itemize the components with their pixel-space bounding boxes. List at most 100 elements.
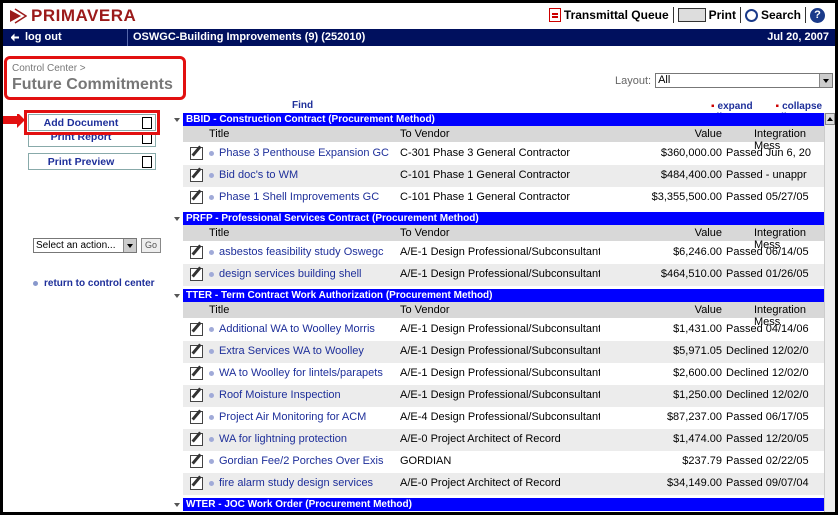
- column-header-value[interactable]: Value: [695, 128, 722, 140]
- row-title-link[interactable]: Phase 1 Shell Improvements GC: [219, 191, 397, 203]
- edit-icon[interactable]: [190, 389, 203, 402]
- edit-icon[interactable]: [190, 367, 203, 380]
- layout-select[interactable]: All: [655, 73, 834, 88]
- group-collapse-icon[interactable]: [174, 214, 181, 222]
- row-integration-message: Passed 09/07/04: [726, 477, 809, 489]
- edit-icon[interactable]: [190, 169, 203, 182]
- table-row[interactable]: asbestos feasibility study Oswegc A/E-1 D…: [183, 242, 824, 264]
- row-value: $237.79: [682, 455, 722, 467]
- print-label: Print: [708, 8, 736, 22]
- table-row[interactable]: Phase 1 Shell Improvements GC C-101 Phase…: [183, 187, 824, 209]
- edit-icon[interactable]: [190, 268, 203, 281]
- row-value: $3,355,500.00: [651, 191, 722, 203]
- scroll-up-icon[interactable]: [825, 113, 835, 125]
- row-vendor: C-301 Phase 3 General Contractor: [400, 147, 570, 159]
- group-header[interactable]: BBID - Construction Contract (Procuremen…: [183, 113, 824, 126]
- print-link[interactable]: Print: [674, 8, 740, 22]
- table-row[interactable]: Additional WA to Woolley Morris A/E-1 Des…: [183, 319, 824, 341]
- logout-link[interactable]: log out: [11, 31, 62, 43]
- group-header[interactable]: WTER - JOC Work Order (Procurement Metho…: [183, 498, 824, 511]
- row-value: $5,971.05: [673, 345, 722, 357]
- layout-value: All: [658, 74, 671, 86]
- row-title-link[interactable]: Additional WA to Woolley Morris: [219, 323, 397, 335]
- return-to-control-center-link[interactable]: return to control center: [33, 278, 155, 289]
- column-header-title[interactable]: Title: [209, 128, 229, 140]
- column-header-title[interactable]: Title: [209, 227, 229, 239]
- edit-icon[interactable]: [190, 147, 203, 160]
- chevron-down-icon: [819, 74, 833, 87]
- row-title-link[interactable]: asbestos feasibility study Oswegc: [219, 246, 397, 258]
- column-headers: Title To Vendor Value Integration Mess: [183, 225, 824, 251]
- column-header-value[interactable]: Value: [695, 227, 722, 239]
- table-row[interactable]: Extra Services WA to Woolley A/E-1 Design…: [183, 341, 824, 363]
- bullet-icon: [209, 195, 214, 200]
- row-title-link[interactable]: Roof Moisture Inspection: [219, 389, 397, 401]
- vertical-scrollbar[interactable]: [824, 113, 835, 512]
- group-header[interactable]: PRFP - Professional Services Contract (P…: [183, 212, 824, 225]
- primavera-logo: PRIMAVERA: [9, 6, 136, 26]
- edit-icon[interactable]: [190, 191, 203, 204]
- search-link[interactable]: Search: [741, 8, 805, 22]
- group-collapse-icon[interactable]: [174, 500, 181, 508]
- table-row[interactable]: WA to Woolley for lintels/parapets A/E-1 …: [183, 363, 824, 385]
- document-icon: [548, 8, 561, 22]
- return-label: return to control center: [44, 278, 155, 289]
- bullet-icon: [209, 371, 214, 376]
- divider: [127, 29, 128, 46]
- edit-icon[interactable]: [190, 477, 203, 490]
- row-vendor: A/E-1 Design Professional/Subconsultant: [400, 246, 600, 258]
- row-integration-message: Declined 12/02/0: [726, 367, 809, 379]
- column-header-vendor[interactable]: To Vendor: [400, 304, 450, 316]
- help-icon: ?: [810, 7, 825, 23]
- minus-icon: ▪: [775, 101, 780, 112]
- table-row[interactable]: WA for lightning protection A/E-0 Project…: [183, 429, 824, 451]
- row-vendor: A/E-1 Design Professional/Subconsultant: [400, 389, 600, 401]
- group-header[interactable]: TTER - Term Contract Work Authorization …: [183, 289, 824, 302]
- add-document-highlight-box: [24, 110, 160, 135]
- table-row[interactable]: design services building shell A/E-1 Desi…: [183, 264, 824, 286]
- column-header-title[interactable]: Title: [209, 304, 229, 316]
- row-value: $34,149.00: [666, 477, 722, 489]
- bullet-icon: [209, 459, 214, 464]
- column-header-vendor[interactable]: To Vendor: [400, 128, 450, 140]
- bullet-icon: [209, 437, 214, 442]
- current-date: Jul 20, 2007: [767, 31, 829, 43]
- print-report-button[interactable]: Print Report: [28, 131, 156, 147]
- row-title-link[interactable]: WA to Woolley for lintels/parapets: [219, 367, 397, 379]
- print-preview-button[interactable]: Print Preview: [28, 153, 156, 170]
- row-title-link[interactable]: Extra Services WA to Woolley: [219, 345, 397, 357]
- table-row[interactable]: Project Air Monitoring for ACM A/E-4 Desi…: [183, 407, 824, 429]
- edit-icon[interactable]: [190, 345, 203, 358]
- group-collapse-icon[interactable]: [174, 115, 181, 123]
- bullet-icon: [209, 151, 214, 156]
- column-header-value[interactable]: Value: [695, 304, 722, 316]
- action-control: Select an action... Go: [33, 238, 161, 253]
- edit-icon[interactable]: [190, 246, 203, 259]
- table-row[interactable]: Bid doc's to WM C-101 Phase 1 General Con…: [183, 165, 824, 187]
- row-integration-message: Passed 05/27/05: [726, 191, 809, 203]
- row-integration-message: Passed - unappr: [726, 169, 807, 181]
- group-collapse-icon[interactable]: [174, 291, 181, 299]
- table-row[interactable]: fire alarm study design services A/E-0 Pr…: [183, 473, 824, 495]
- edit-icon[interactable]: [190, 455, 203, 468]
- bullet-icon: [209, 250, 214, 255]
- row-title-link[interactable]: Bid doc's to WM: [219, 169, 397, 181]
- action-select[interactable]: Select an action...: [33, 238, 137, 253]
- help-link[interactable]: ?: [806, 7, 829, 23]
- row-title-link[interactable]: Gordian Fee/2 Porches Over Exis: [219, 455, 397, 467]
- edit-icon[interactable]: [190, 323, 203, 336]
- transmittal-queue-link[interactable]: Transmittal Queue: [545, 8, 673, 22]
- table-row[interactable]: Roof Moisture Inspection A/E-1 Design Pro…: [183, 385, 824, 407]
- row-title-link[interactable]: WA for lightning protection: [219, 433, 397, 445]
- edit-icon[interactable]: [190, 433, 203, 446]
- table-row[interactable]: Gordian Fee/2 Porches Over Exis GORDIAN $2…: [183, 451, 824, 473]
- find-link[interactable]: Find: [292, 100, 313, 111]
- row-title-link[interactable]: fire alarm study design services: [219, 477, 397, 489]
- action-go-button[interactable]: Go: [141, 238, 161, 253]
- column-header-vendor[interactable]: To Vendor: [400, 227, 450, 239]
- row-title-link[interactable]: design services building shell: [219, 268, 397, 280]
- row-title-link[interactable]: Phase 3 Penthouse Expansion GC: [219, 147, 397, 159]
- edit-icon[interactable]: [190, 411, 203, 424]
- row-title-link[interactable]: Project Air Monitoring for ACM: [219, 411, 397, 423]
- table-row[interactable]: Phase 3 Penthouse Expansion GC C-301 Phas…: [183, 143, 824, 165]
